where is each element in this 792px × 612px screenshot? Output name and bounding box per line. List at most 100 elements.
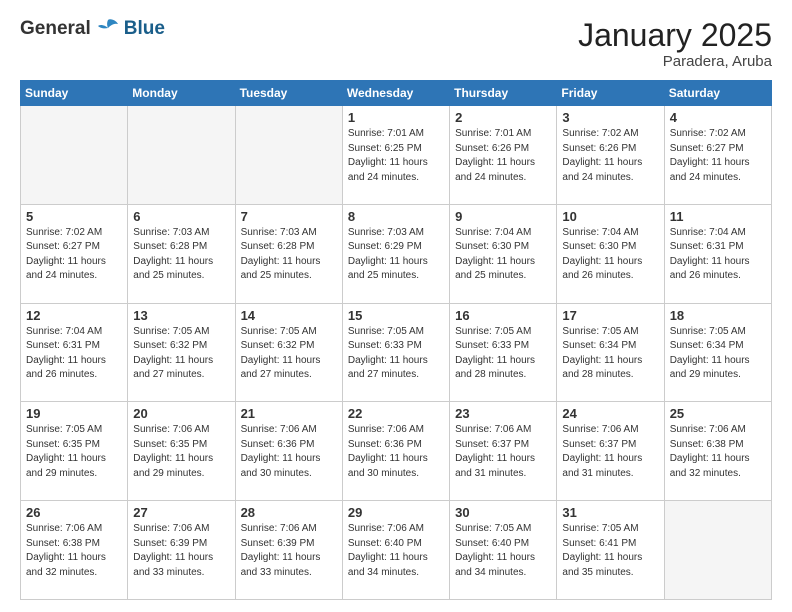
calendar-cell (128, 106, 235, 205)
day-number: 27 (133, 505, 229, 520)
title-block: January 2025 Paradera, Aruba (578, 18, 772, 70)
day-number: 28 (241, 505, 337, 520)
day-info: Sunrise: 7:01 AMSunset: 6:25 PMDaylight:… (348, 127, 444, 185)
calendar-subtitle: Paradera, Aruba (578, 53, 772, 70)
calendar-cell: 4Sunrise: 7:02 AMSunset: 6:27 PMDaylight… (664, 106, 771, 205)
calendar-cell (235, 106, 342, 205)
day-info: Sunrise: 7:04 AMSunset: 6:30 PMDaylight:… (562, 226, 658, 284)
day-info: Sunrise: 7:05 AMSunset: 6:32 PMDaylight:… (133, 325, 229, 383)
day-info: Sunrise: 7:05 AMSunset: 6:33 PMDaylight:… (348, 325, 444, 383)
day-number: 25 (670, 406, 766, 421)
day-info: Sunrise: 7:06 AMSunset: 6:39 PMDaylight:… (241, 522, 337, 580)
day-info: Sunrise: 7:06 AMSunset: 6:35 PMDaylight:… (133, 423, 229, 481)
page: General Blue January 2025 Paradera, Arub… (0, 0, 792, 612)
calendar-cell: 24 Sunrise: 7:06 AMSunset: 6:37 PMDayligh… (557, 402, 664, 501)
day-number: 18 (670, 308, 766, 323)
day-info: Sunrise: 7:06 AMSunset: 6:40 PMDaylight:… (348, 522, 444, 580)
weekday-header-monday: Monday (128, 81, 235, 106)
calendar-cell: 1Sunrise: 7:01 AMSunset: 6:25 PMDaylight… (342, 106, 449, 205)
week-row-4: 19 Sunrise: 7:05 AMSunset: 6:35 PMDayligh… (21, 402, 772, 501)
day-number: 24 (562, 406, 658, 421)
day-number: 3 (562, 110, 658, 125)
day-info: Sunrise: 7:06 AMSunset: 6:37 PMDaylight:… (562, 423, 658, 481)
calendar-cell: 12 Sunrise: 7:04 AMSunset: 6:31 PMDayligh… (21, 303, 128, 402)
day-info: Sunrise: 7:03 AMSunset: 6:28 PMDaylight:… (133, 226, 229, 284)
weekday-header-row: SundayMondayTuesdayWednesdayThursdayFrid… (21, 81, 772, 106)
weekday-header-saturday: Saturday (664, 81, 771, 106)
day-number: 10 (562, 209, 658, 224)
day-number: 8 (348, 209, 444, 224)
day-info: Sunrise: 7:04 AMSunset: 6:30 PMDaylight:… (455, 226, 551, 284)
day-info: Sunrise: 7:02 AMSunset: 6:27 PMDaylight:… (26, 226, 122, 284)
day-info: Sunrise: 7:03 AMSunset: 6:29 PMDaylight:… (348, 226, 444, 284)
day-info: Sunrise: 7:05 AMSunset: 6:32 PMDaylight:… (241, 325, 337, 383)
day-number: 30 (455, 505, 551, 520)
day-number: 6 (133, 209, 229, 224)
calendar-cell: 26 Sunrise: 7:06 AMSunset: 6:38 PMDayligh… (21, 501, 128, 600)
week-row-5: 26 Sunrise: 7:06 AMSunset: 6:38 PMDayligh… (21, 501, 772, 600)
day-info: Sunrise: 7:06 AMSunset: 6:38 PMDaylight:… (26, 522, 122, 580)
calendar-cell: 30 Sunrise: 7:05 AMSunset: 6:40 PMDayligh… (450, 501, 557, 600)
day-number: 12 (26, 308, 122, 323)
calendar-cell: 8 Sunrise: 7:03 AMSunset: 6:29 PMDaylight… (342, 204, 449, 303)
day-number: 11 (670, 209, 766, 224)
weekday-header-sunday: Sunday (21, 81, 128, 106)
day-number: 7 (241, 209, 337, 224)
calendar-cell: 27 Sunrise: 7:06 AMSunset: 6:39 PMDayligh… (128, 501, 235, 600)
week-row-1: 1Sunrise: 7:01 AMSunset: 6:25 PMDaylight… (21, 106, 772, 205)
calendar-cell: 10 Sunrise: 7:04 AMSunset: 6:30 PMDayligh… (557, 204, 664, 303)
day-info: Sunrise: 7:04 AMSunset: 6:31 PMDaylight:… (26, 325, 122, 383)
day-number: 16 (455, 308, 551, 323)
calendar-cell: 17 Sunrise: 7:05 AMSunset: 6:34 PMDayligh… (557, 303, 664, 402)
calendar-cell: 15Sunrise: 7:05 AMSunset: 6:33 PMDayligh… (342, 303, 449, 402)
day-number: 21 (241, 406, 337, 421)
calendar-cell: 9 Sunrise: 7:04 AMSunset: 6:30 PMDaylight… (450, 204, 557, 303)
day-number: 23 (455, 406, 551, 421)
calendar-cell: 18 Sunrise: 7:05 AMSunset: 6:34 PMDayligh… (664, 303, 771, 402)
week-row-3: 12 Sunrise: 7:04 AMSunset: 6:31 PMDayligh… (21, 303, 772, 402)
day-number: 26 (26, 505, 122, 520)
header: General Blue January 2025 Paradera, Arub… (20, 18, 772, 70)
day-info: Sunrise: 7:06 AMSunset: 6:38 PMDaylight:… (670, 423, 766, 481)
logo: General Blue (20, 18, 165, 40)
calendar-cell: 28 Sunrise: 7:06 AMSunset: 6:39 PMDayligh… (235, 501, 342, 600)
logo-bird-icon (94, 18, 122, 40)
day-number: 17 (562, 308, 658, 323)
logo-general-text: General (20, 18, 91, 40)
day-info: Sunrise: 7:06 AMSunset: 6:36 PMDaylight:… (348, 423, 444, 481)
weekday-header-tuesday: Tuesday (235, 81, 342, 106)
day-info: Sunrise: 7:05 AMSunset: 6:34 PMDaylight:… (562, 325, 658, 383)
day-info: Sunrise: 7:01 AMSunset: 6:26 PMDaylight:… (455, 127, 551, 185)
weekday-header-wednesday: Wednesday (342, 81, 449, 106)
calendar-cell: 22 Sunrise: 7:06 AMSunset: 6:36 PMDayligh… (342, 402, 449, 501)
day-number: 14 (241, 308, 337, 323)
calendar-cell: 29Sunrise: 7:06 AMSunset: 6:40 PMDayligh… (342, 501, 449, 600)
day-info: Sunrise: 7:04 AMSunset: 6:31 PMDaylight:… (670, 226, 766, 284)
day-info: Sunrise: 7:03 AMSunset: 6:28 PMDaylight:… (241, 226, 337, 284)
day-info: Sunrise: 7:02 AMSunset: 6:26 PMDaylight:… (562, 127, 658, 185)
day-info: Sunrise: 7:06 AMSunset: 6:37 PMDaylight:… (455, 423, 551, 481)
calendar-cell: 3 Sunrise: 7:02 AMSunset: 6:26 PMDaylight… (557, 106, 664, 205)
calendar-cell: 14 Sunrise: 7:05 AMSunset: 6:32 PMDayligh… (235, 303, 342, 402)
day-number: 9 (455, 209, 551, 224)
day-number: 2 (455, 110, 551, 125)
calendar-cell: 20Sunrise: 7:06 AMSunset: 6:35 PMDayligh… (128, 402, 235, 501)
calendar-cell: 7 Sunrise: 7:03 AMSunset: 6:28 PMDaylight… (235, 204, 342, 303)
calendar-cell (664, 501, 771, 600)
day-number: 22 (348, 406, 444, 421)
calendar-cell (21, 106, 128, 205)
calendar-title: January 2025 (578, 18, 772, 53)
week-row-2: 5Sunrise: 7:02 AMSunset: 6:27 PMDaylight… (21, 204, 772, 303)
calendar-cell: 23 Sunrise: 7:06 AMSunset: 6:37 PMDayligh… (450, 402, 557, 501)
day-info: Sunrise: 7:06 AMSunset: 6:36 PMDaylight:… (241, 423, 337, 481)
day-info: Sunrise: 7:05 AMSunset: 6:34 PMDaylight:… (670, 325, 766, 383)
day-number: 4 (670, 110, 766, 125)
day-info: Sunrise: 7:06 AMSunset: 6:39 PMDaylight:… (133, 522, 229, 580)
day-info: Sunrise: 7:05 AMSunset: 6:40 PMDaylight:… (455, 522, 551, 580)
calendar-cell: 2 Sunrise: 7:01 AMSunset: 6:26 PMDaylight… (450, 106, 557, 205)
weekday-header-thursday: Thursday (450, 81, 557, 106)
day-number: 19 (26, 406, 122, 421)
day-info: Sunrise: 7:05 AMSunset: 6:35 PMDaylight:… (26, 423, 122, 481)
logo-blue-text: Blue (124, 18, 165, 40)
calendar-cell: 11 Sunrise: 7:04 AMSunset: 6:31 PMDayligh… (664, 204, 771, 303)
